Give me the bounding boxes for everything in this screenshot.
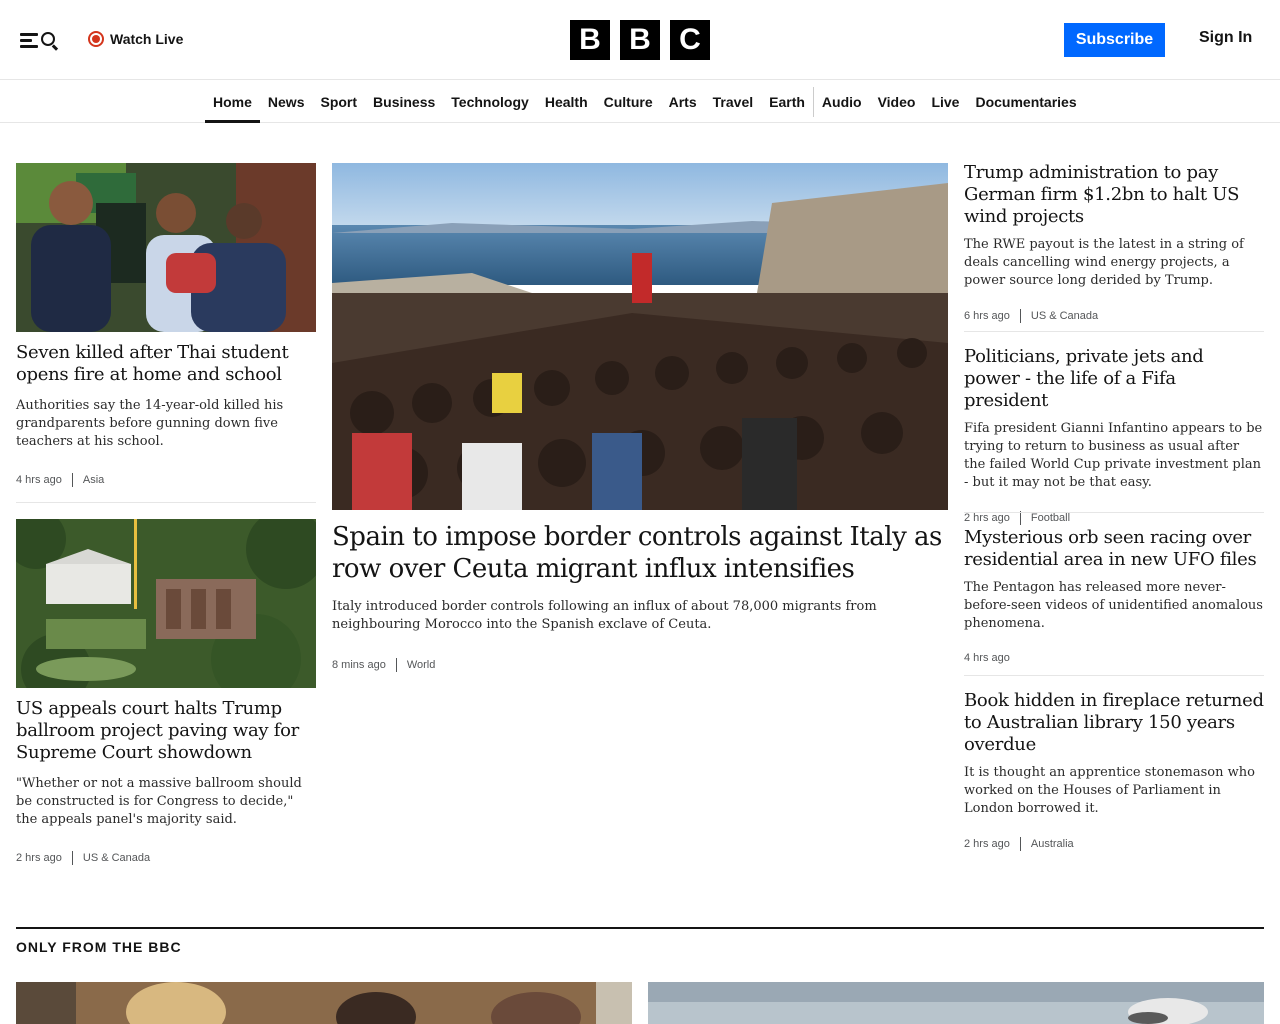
nav-item-business[interactable]: Business xyxy=(365,81,443,123)
story-summary: The RWE payout is the latest in a string… xyxy=(964,237,1244,288)
story-meta: 8 mins ago World xyxy=(332,658,948,672)
live-icon xyxy=(88,31,104,47)
logo-letter: B xyxy=(620,20,660,60)
story-summary: "Whether or not a massive ballroom shoul… xyxy=(16,776,302,827)
subscribe-button[interactable]: Subscribe xyxy=(1064,23,1165,57)
story-card: Book hidden in fireplace returned to Aus… xyxy=(964,690,1264,851)
logo-letter: B xyxy=(570,20,610,60)
story-image-nature[interactable] xyxy=(648,982,1264,1024)
sign-in-button[interactable]: Sign In xyxy=(1199,29,1252,47)
story-timestamp: 8 mins ago xyxy=(332,659,386,671)
story-timestamp: 4 hrs ago xyxy=(16,474,62,486)
story-card: US appeals court halts Trump ballroom pr… xyxy=(16,698,316,865)
story-image-ceuta[interactable] xyxy=(332,163,948,510)
story-summary: It is thought an apprentice stonemason w… xyxy=(964,765,1255,816)
divider xyxy=(964,675,1264,676)
nav-item-home[interactable]: Home xyxy=(205,81,260,123)
meta-divider xyxy=(1019,837,1021,851)
watch-live-link[interactable]: Watch Live xyxy=(88,28,183,50)
nav-item-live[interactable]: Live xyxy=(923,81,967,123)
menu-search-button[interactable] xyxy=(20,28,64,52)
meta-divider xyxy=(71,473,73,487)
story-summary: Italy introduced border controls followi… xyxy=(332,599,877,632)
story-card: Politicians, private jets and power - th… xyxy=(964,346,1264,525)
story-card-main: Spain to impose border controls against … xyxy=(332,521,948,672)
watch-live-label: Watch Live xyxy=(110,31,184,47)
story-meta: 2 hrs ago US & Canada xyxy=(16,851,316,865)
site-header: Watch Live B B C Subscribe Sign In xyxy=(0,0,1280,80)
story-headline[interactable]: Trump administration to pay German firm … xyxy=(964,162,1264,228)
story-section-link[interactable]: World xyxy=(407,659,436,671)
story-card: Seven killed after Thai student opens fi… xyxy=(16,342,316,487)
story-section-link[interactable]: Australia xyxy=(1031,838,1074,850)
divider xyxy=(964,512,1264,513)
divider xyxy=(16,502,316,503)
nav-item-documentaries[interactable]: Documentaries xyxy=(967,81,1084,123)
story-image-ballroom[interactable] xyxy=(16,519,316,688)
nav-item-culture[interactable]: Culture xyxy=(596,81,661,123)
section-title-only-from-bbc[interactable]: ONLY FROM THE BBC xyxy=(16,939,182,955)
story-timestamp: 2 hrs ago xyxy=(964,512,1010,524)
nav-item-news[interactable]: News xyxy=(260,81,313,123)
nav-item-travel[interactable]: Travel xyxy=(705,81,761,123)
story-card: Trump administration to pay German firm … xyxy=(964,162,1264,323)
story-section-link[interactable]: Asia xyxy=(83,474,104,486)
search-icon xyxy=(40,30,60,51)
bbc-logo[interactable]: B B C xyxy=(570,20,710,60)
story-timestamp: 4 hrs ago xyxy=(964,652,1010,664)
meta-divider xyxy=(1019,511,1021,525)
story-headline-main[interactable]: Spain to impose border controls against … xyxy=(332,521,948,585)
story-meta: 2 hrs ago Football xyxy=(964,511,1264,525)
story-summary: Authorities say the 14-year-old killed h… xyxy=(16,398,284,449)
nav-item-audio[interactable]: Audio xyxy=(812,87,870,117)
meta-divider xyxy=(1019,309,1021,323)
nav-item-technology[interactable]: Technology xyxy=(443,81,537,123)
story-image-thai[interactable] xyxy=(16,163,316,332)
menu-icon xyxy=(20,32,38,48)
meta-divider xyxy=(71,851,73,865)
story-timestamp: 2 hrs ago xyxy=(16,852,62,864)
story-headline[interactable]: Mysterious orb seen racing over resident… xyxy=(964,527,1264,571)
story-card: Mysterious orb seen racing over resident… xyxy=(964,527,1264,664)
nav-item-arts[interactable]: Arts xyxy=(661,81,705,123)
story-headline[interactable]: US appeals court halts Trump ballroom pr… xyxy=(16,698,316,764)
story-summary: Fifa president Gianni Infantino appears … xyxy=(964,421,1263,490)
section-divider xyxy=(16,927,1264,929)
story-section-link[interactable]: US & Canada xyxy=(83,852,150,864)
story-headline[interactable]: Book hidden in fireplace returned to Aus… xyxy=(964,690,1264,756)
meta-divider xyxy=(395,658,397,672)
story-timestamp: 2 hrs ago xyxy=(964,838,1010,850)
story-headline[interactable]: Politicians, private jets and power - th… xyxy=(964,346,1264,412)
story-meta: 6 hrs ago US & Canada xyxy=(964,309,1264,323)
nav-item-video[interactable]: Video xyxy=(870,81,924,123)
nav-item-sport[interactable]: Sport xyxy=(312,81,365,123)
story-section-link[interactable]: Football xyxy=(1031,512,1070,524)
story-headline[interactable]: Seven killed after Thai student opens fi… xyxy=(16,342,316,386)
logo-letter: C xyxy=(670,20,710,60)
story-meta: 4 hrs ago xyxy=(964,652,1264,664)
divider xyxy=(964,331,1264,332)
story-image-drama[interactable] xyxy=(16,982,632,1024)
story-meta: 4 hrs ago Asia xyxy=(16,473,316,487)
story-timestamp: 6 hrs ago xyxy=(964,310,1010,322)
main-nav: Home News Sport Business Technology Heal… xyxy=(0,81,1280,123)
nav-item-earth[interactable]: Earth xyxy=(761,81,813,123)
nav-item-health[interactable]: Health xyxy=(537,81,596,123)
story-summary: The Pentagon has released more never-bef… xyxy=(964,580,1263,631)
story-meta: 2 hrs ago Australia xyxy=(964,837,1264,851)
story-section-link[interactable]: US & Canada xyxy=(1031,310,1098,322)
